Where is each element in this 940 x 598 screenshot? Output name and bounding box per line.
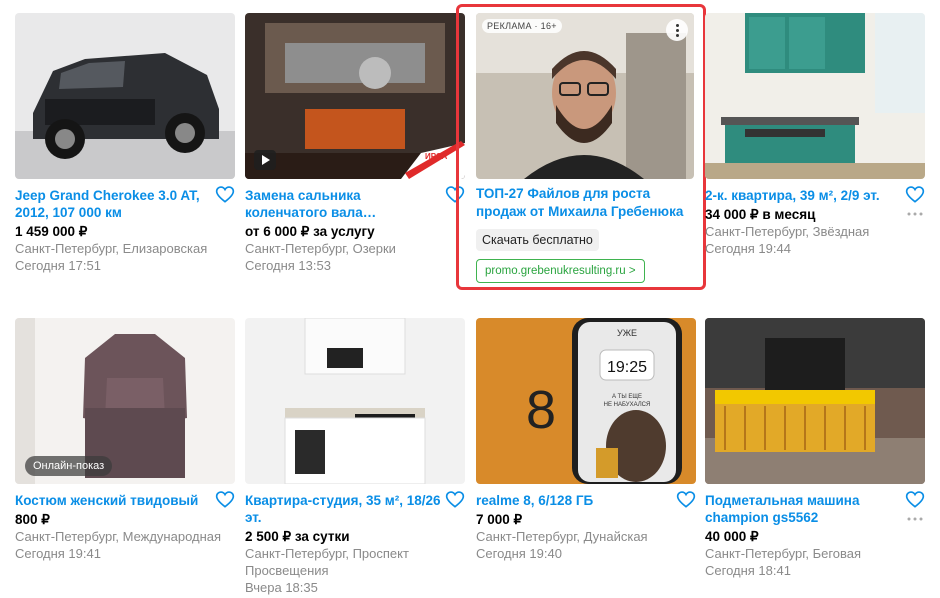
listing-date: Сегодня 19:41 xyxy=(15,546,101,561)
listing-title[interactable]: Квартира-студия, 35 м², 18/26 эт. xyxy=(245,492,441,526)
svg-text:УЖЕ: УЖЕ xyxy=(617,328,637,338)
person-photo xyxy=(476,13,694,179)
listing-date: Сегодня 19:40 xyxy=(476,546,562,561)
listing-photo[interactable]: ИРСА xyxy=(245,13,465,179)
listing-photo[interactable] xyxy=(705,318,925,484)
listing-price: 1 459 000 ₽ xyxy=(15,224,88,239)
listing-photo[interactable]: 8 УЖЕ 19:25 А ТЫ ЕЩЕ НЕ НАБУХАЛСЯ xyxy=(476,318,696,484)
listing-photo[interactable]: Онлайн-показ xyxy=(15,318,235,484)
ad-card[interactable]: РЕКЛАМА · 16+ ТОП-27 Файлов для роста пр… xyxy=(476,13,694,283)
listing-price: 2 500 ₽ за сутки xyxy=(245,529,350,544)
car-photo xyxy=(15,13,235,179)
listing-card[interactable]: 2-к. квартира, 39 м², 2/9 эт. 34 000 ₽ в… xyxy=(705,13,927,257)
engine-photo: ИРСА xyxy=(245,13,465,179)
listing-price: 40 000 ₽ xyxy=(705,529,759,544)
video-play-icon[interactable] xyxy=(254,150,276,170)
listing-location: Санкт-Петербург, Озерки xyxy=(245,241,396,256)
listing-location: Санкт-Петербург, Дунайская xyxy=(476,529,648,544)
sweeper-machine-photo xyxy=(705,318,925,484)
favorite-heart-icon[interactable] xyxy=(215,185,235,205)
svg-text:ИРСА: ИРСА xyxy=(425,152,447,161)
ad-link-button[interactable]: promo.grebenukresulting.ru > xyxy=(476,259,645,283)
kitchen-photo xyxy=(705,13,925,179)
ad-label: РЕКЛАМА · 16+ xyxy=(482,19,562,33)
ad-download-button[interactable]: Скачать бесплатно xyxy=(476,229,599,251)
listing-title[interactable]: realme 8, 6/128 ГБ xyxy=(476,492,672,509)
listing-price: 800 ₽ xyxy=(15,512,50,527)
listing-photo[interactable] xyxy=(15,13,235,179)
listing-location: Санкт-Петербург, Елизаровская xyxy=(15,241,208,256)
listing-card[interactable]: 8 УЖЕ 19:25 А ТЫ ЕЩЕ НЕ НАБУХАЛСЯ realme… xyxy=(476,318,698,562)
listing-title[interactable]: Замена сальника коленчатого вала… xyxy=(245,187,441,221)
ad-menu-icon[interactable] xyxy=(666,19,688,41)
listing-date: Сегодня 17:51 xyxy=(15,258,101,273)
listing-title[interactable]: Подметальная машина champion gs5562 xyxy=(705,492,901,526)
listing-location: Санкт-Петербург, Проспект Просвещения xyxy=(245,546,409,578)
listing-price: от 6 000 ₽ за услугу xyxy=(245,224,375,239)
online-showing-badge: Онлайн-показ xyxy=(25,456,113,476)
favorite-heart-icon[interactable] xyxy=(676,490,696,510)
ad-title[interactable]: ТОП-27 Файлов для роста продаж от Михаил… xyxy=(476,186,683,219)
listing-title[interactable]: Jeep Grand Cherokee 3.0 AT, 2012, 107 00… xyxy=(15,187,211,221)
listing-date: Сегодня 18:41 xyxy=(705,563,791,578)
listing-photo[interactable] xyxy=(705,13,925,179)
studio-kitchen-photo xyxy=(245,318,465,484)
listing-date: Вчера 18:35 xyxy=(245,580,318,595)
listing-location: Санкт-Петербург, Звёздная xyxy=(705,224,870,239)
more-options-icon[interactable] xyxy=(907,211,923,217)
favorite-heart-icon[interactable] xyxy=(905,490,925,510)
listing-price: 34 000 ₽ в месяц xyxy=(705,207,816,222)
ad-photo[interactable]: РЕКЛАМА · 16+ xyxy=(476,13,694,179)
listing-title[interactable]: 2-к. квартира, 39 м², 2/9 эт. xyxy=(705,187,901,204)
svg-text:НЕ НАБУХАЛСЯ: НЕ НАБУХАЛСЯ xyxy=(604,402,651,408)
listing-date: Сегодня 19:44 xyxy=(705,241,791,256)
listing-card[interactable]: Jeep Grand Cherokee 3.0 AT, 2012, 107 00… xyxy=(15,13,237,274)
more-options-icon[interactable] xyxy=(907,516,923,522)
listing-location: Санкт-Петербург, Международная xyxy=(15,529,222,544)
listing-card[interactable]: Подметальная машина champion gs5562 40 0… xyxy=(705,318,927,579)
listing-photo[interactable] xyxy=(245,318,465,484)
favorite-heart-icon[interactable] xyxy=(215,490,235,510)
svg-text:19:25: 19:25 xyxy=(607,359,647,376)
listing-title[interactable]: Костюм женский твидовый xyxy=(15,492,211,509)
favorite-heart-icon[interactable] xyxy=(905,185,925,205)
favorite-heart-icon[interactable] xyxy=(445,490,465,510)
listing-card[interactable]: Онлайн-показ Костюм женский твидовый 800… xyxy=(15,318,237,562)
svg-text:А ТЫ ЕЩЕ: А ТЫ ЕЩЕ xyxy=(612,394,642,400)
listing-date: Сегодня 13:53 xyxy=(245,258,331,273)
svg-text:8: 8 xyxy=(526,380,556,440)
phone-photo: 8 УЖЕ 19:25 А ТЫ ЕЩЕ НЕ НАБУХАЛСЯ xyxy=(476,318,696,484)
listing-card[interactable]: Квартира-студия, 35 м², 18/26 эт. 2 500 … xyxy=(245,318,467,596)
listing-price: 7 000 ₽ xyxy=(476,512,523,527)
listing-location: Санкт-Петербург, Беговая xyxy=(705,546,862,561)
listing-card[interactable]: ИРСА Замена сальника коленчатого вала… о… xyxy=(245,13,467,274)
